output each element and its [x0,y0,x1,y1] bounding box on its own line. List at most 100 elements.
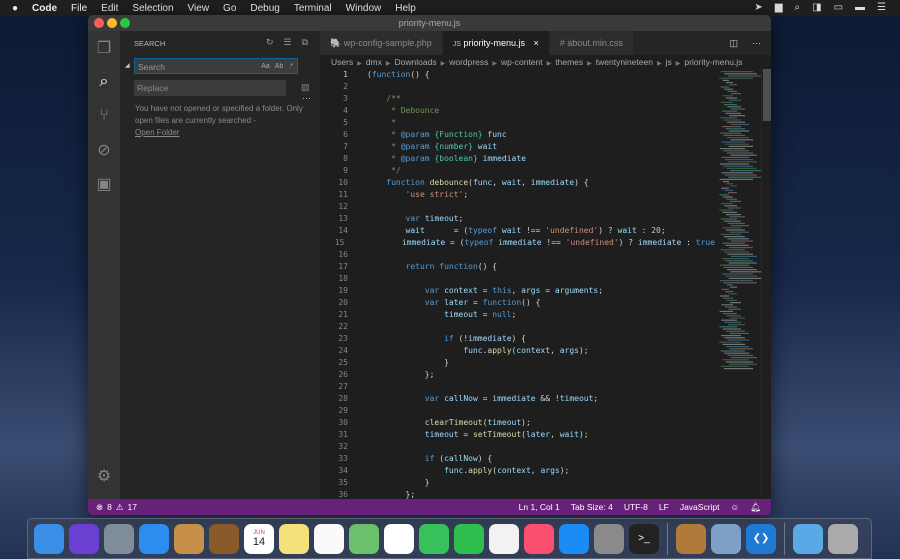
refresh-icon[interactable]: ↻ [266,37,274,48]
search-icon[interactable]: ⌕ [88,65,120,99]
menu-file[interactable]: File [71,3,87,14]
menu-terminal[interactable]: Terminal [294,3,332,14]
feedback-smiley-icon[interactable]: ☺ [731,499,740,515]
line-content: */ [348,165,401,177]
close-window-button[interactable] [94,18,104,28]
search-input[interactable]: Search Aa Ab .* [134,58,298,74]
minimap-line [720,264,749,266]
minimap-line [723,266,753,268]
menu-help[interactable]: Help [395,3,416,14]
split-editor-icon[interactable]: ◫ [729,31,738,55]
vertical-scrollbar[interactable] [761,69,771,499]
toggle-icon[interactable]: ◨ [812,2,821,13]
menu-edit[interactable]: Edit [101,3,118,14]
dock-messages-icon[interactable] [419,523,449,554]
breadcrumb-item[interactable]: themes [555,57,583,67]
dock-terminal-icon[interactable]: >_ [629,523,659,554]
more-options-icon[interactable]: ··· [302,93,311,103]
collapse-all-icon[interactable]: ⧉ [302,37,308,48]
dock-launchpad-icon[interactable] [104,523,134,554]
menu-app[interactable]: Code [32,3,57,14]
notes-tray-icon[interactable]: ▆ [775,2,783,13]
explorer-icon[interactable]: ❐ [88,31,120,65]
notifications-bell-icon[interactable]: 🔔︎ [750,499,761,515]
dock-app-store-icon[interactable] [559,523,589,554]
dock-calendar-icon[interactable]: JUN 14 [244,523,274,554]
breadcrumb-item[interactable]: js [666,57,672,67]
breadcrumb-item[interactable]: twentynineteen [596,57,653,67]
toggle-replace-icon[interactable]: ◢ [125,62,130,69]
minimap[interactable] [715,69,761,499]
tab-size[interactable]: Tab Size: 4 [571,499,613,515]
dock-vscode-icon[interactable]: ❮❯ [746,523,776,554]
flag-icon[interactable]: ▬ [855,2,865,13]
dock-reminders-icon[interactable] [314,523,344,554]
minimize-window-button[interactable] [107,18,117,28]
tab-about-css[interactable]: # about.min.css [549,31,634,55]
dock-maps-icon[interactable] [349,523,379,554]
dock-system-preferences-icon[interactable] [594,523,624,554]
airplay-icon[interactable]: ▭ [834,2,843,13]
breadcrumb-item[interactable]: Downloads [395,57,437,67]
warning-count[interactable]: 17 [127,499,136,515]
line-ending[interactable]: LF [659,499,669,515]
code-token: function [371,70,411,79]
debug-icon[interactable]: ⊘ [88,133,120,167]
source-control-icon[interactable]: ⑂ [88,99,120,133]
match-case-toggle[interactable]: Aa [261,59,270,75]
breadcrumb-item[interactable]: wp-content [501,57,543,67]
minimap-line [722,79,729,81]
error-icon[interactable]: ⊗ [96,499,103,515]
breadcrumb-item[interactable]: wordpress [449,57,488,67]
notification-center-icon[interactable]: ☰ [877,2,886,13]
language-mode[interactable]: JavaScript [680,499,720,515]
dock-photo-preview-icon[interactable] [174,523,204,554]
scrollbar-thumb[interactable] [763,69,771,121]
zoom-window-button[interactable] [120,18,130,28]
spotlight-icon[interactable]: ⌕ [795,2,801,13]
dock-music-icon[interactable] [524,523,554,554]
more-actions-icon[interactable]: ··· [752,31,761,55]
breadcrumb-item[interactable]: Users [331,57,353,67]
replace-input[interactable]: Replace [134,80,286,96]
breadcrumb-item[interactable]: dmx [366,57,382,67]
menu-selection[interactable]: Selection [132,3,173,14]
dock-downloads-folder-icon[interactable] [793,523,823,554]
regex-toggle[interactable]: .* [288,59,293,75]
encoding[interactable]: UTF-8 [624,499,648,515]
dock-siri-icon[interactable] [69,523,99,554]
whole-word-toggle[interactable]: Ab [275,59,284,75]
tab-wp-config[interactable]: 🐘 wp-config-sample.php [320,31,443,55]
dock-notes-icon[interactable] [279,523,309,554]
code-area[interactable]: 1 (function() {2 3 /** 4 * Debounce 5 * 6 * @… [320,69,715,499]
tab-priority-menu[interactable]: JS priority-menu.js × [442,31,550,55]
open-folder-link[interactable]: Open Folder [135,128,179,137]
dock-archive-icon[interactable] [676,523,706,554]
extensions-icon[interactable]: ▣ [88,167,120,201]
menu-window[interactable]: Window [346,3,382,14]
replace-all-icon[interactable]: ▨ [301,82,310,93]
gear-icon[interactable]: ⚙ [88,459,120,493]
dock-preview-icon[interactable] [711,523,741,554]
menu-debug[interactable]: Debug [250,3,279,14]
minimap-line [730,240,753,242]
cursor-position[interactable]: Ln 1, Col 1 [519,499,560,515]
dock-photos-icon[interactable] [384,523,414,554]
dock-news-icon[interactable] [489,523,519,554]
dock-finder-icon[interactable] [34,523,64,554]
clear-results-icon[interactable]: ☰ [283,37,291,48]
menu-view[interactable]: View [188,3,210,14]
dock-notes-book-icon[interactable] [209,523,239,554]
cursor-icon[interactable]: ➤ [754,2,762,13]
dock-safari-icon[interactable] [139,523,169,554]
dock-facetime-icon[interactable] [454,523,484,554]
warning-icon[interactable]: ⚠ [116,499,124,515]
breadcrumb-item[interactable]: priority-menu.js [684,57,742,67]
close-tab-icon[interactable]: × [534,38,539,48]
error-count[interactable]: 8 [107,499,112,515]
dock-trash-icon[interactable] [828,523,858,554]
menu-go[interactable]: Go [223,3,236,14]
minimap-line [725,361,753,363]
apple-menu-icon[interactable]: ● [12,3,18,14]
